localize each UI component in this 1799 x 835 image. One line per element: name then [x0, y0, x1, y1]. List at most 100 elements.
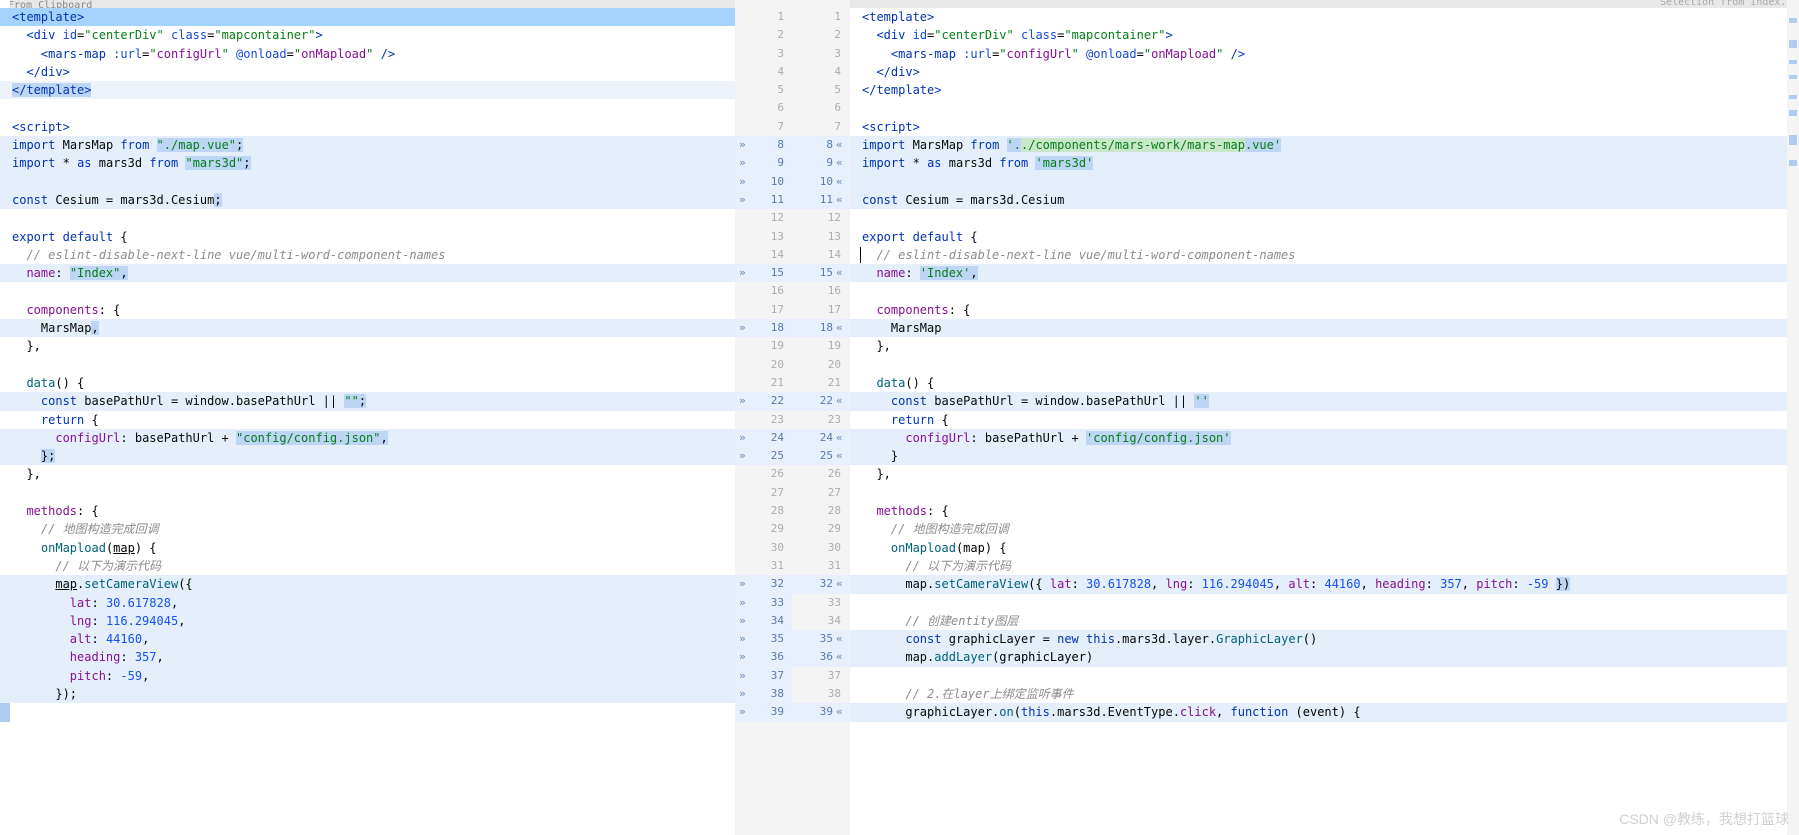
code-line[interactable]: name: "Index",	[0, 264, 735, 282]
code-line[interactable]	[0, 282, 735, 300]
line-number[interactable]: 15	[735, 264, 792, 282]
code-line[interactable]: // eslint-disable-next-line vue/multi-wo…	[0, 246, 735, 264]
line-number[interactable]: 12	[735, 209, 792, 227]
code-line[interactable]: import MarsMap from '../components/mars-…	[850, 136, 1799, 154]
line-number[interactable]: 14	[735, 246, 792, 264]
code-line[interactable]: const basePathUrl = window.basePathUrl |…	[850, 392, 1799, 410]
code-line[interactable]: heading: 357,	[0, 648, 735, 666]
code-line[interactable]: <mars-map :url="configUrl" @onload="onMa…	[0, 45, 735, 63]
code-line[interactable]: },	[850, 337, 1799, 355]
line-number[interactable]: 16	[792, 282, 849, 300]
code-line[interactable]: <template>	[0, 8, 735, 26]
line-number[interactable]: 10	[735, 173, 792, 191]
line-number[interactable]: 1	[792, 8, 849, 26]
line-number[interactable]: 24	[735, 429, 792, 447]
code-line[interactable]	[850, 209, 1799, 227]
code-line[interactable]: <mars-map :url="configUrl" @onload="onMa…	[850, 45, 1799, 63]
code-line[interactable]: map.setCameraView({ lat: 30.617828, lng:…	[850, 575, 1799, 593]
line-number[interactable]: 29	[792, 520, 849, 538]
left-code-area[interactable]: <template> <div id="centerDiv" class="ma…	[0, 8, 735, 835]
line-number[interactable]: 9	[735, 154, 792, 172]
code-line[interactable]: const Cesium = mars3d.Cesium	[850, 191, 1799, 209]
line-number[interactable]: 2	[792, 26, 849, 44]
line-number[interactable]: 22	[792, 392, 849, 410]
line-number[interactable]: 27	[792, 484, 849, 502]
line-number[interactable]: 5	[792, 81, 849, 99]
code-line[interactable]: }	[850, 447, 1799, 465]
code-line[interactable]: methods: {	[0, 502, 735, 520]
code-line[interactable]: const basePathUrl = window.basePathUrl |…	[0, 392, 735, 410]
code-line[interactable]	[850, 667, 1799, 685]
code-line[interactable]	[850, 282, 1799, 300]
line-number[interactable]: 6	[735, 99, 792, 117]
line-number[interactable]: 36	[792, 648, 849, 666]
line-number[interactable]: 18	[735, 319, 792, 337]
line-number[interactable]: 13	[735, 228, 792, 246]
scroll-marker[interactable]	[1789, 75, 1797, 79]
line-number[interactable]: 29	[735, 520, 792, 538]
line-number[interactable]: 4	[792, 63, 849, 81]
code-line[interactable]	[0, 356, 735, 374]
line-number[interactable]: 31	[735, 557, 792, 575]
code-line[interactable]	[850, 356, 1799, 374]
line-number[interactable]: 27	[735, 484, 792, 502]
line-number[interactable]: 17	[735, 301, 792, 319]
right-code-area[interactable]: <template> <div id="centerDiv" class="ma…	[850, 8, 1799, 835]
code-line[interactable]: export default {	[850, 228, 1799, 246]
line-number[interactable]: 19	[735, 337, 792, 355]
code-line[interactable]	[850, 484, 1799, 502]
code-line[interactable]: methods: {	[850, 502, 1799, 520]
code-line[interactable]: return {	[850, 411, 1799, 429]
code-line[interactable]: return {	[0, 411, 735, 429]
code-line[interactable]: <div id="centerDiv" class="mapcontainer"…	[0, 26, 735, 44]
line-number[interactable]: 18	[792, 319, 849, 337]
code-line[interactable]: MarsMap,	[0, 319, 735, 337]
line-number[interactable]: 25	[735, 447, 792, 465]
line-number[interactable]: 23	[735, 411, 792, 429]
scroll-marker[interactable]	[1789, 60, 1797, 64]
code-line[interactable]: map.addLayer(graphicLayer)	[850, 648, 1799, 666]
code-line[interactable]: },	[0, 465, 735, 483]
line-number[interactable]: 2	[735, 26, 792, 44]
line-number[interactable]: 16	[735, 282, 792, 300]
code-line[interactable]	[850, 173, 1799, 191]
code-line[interactable]: data() {	[850, 374, 1799, 392]
code-line[interactable]: const Cesium = mars3d.Cesium;	[0, 191, 735, 209]
gutter-right[interactable]: 1234567891011121314151617181920212223242…	[792, 0, 849, 835]
line-number[interactable]: 3	[792, 45, 849, 63]
line-number[interactable]: 38	[735, 685, 792, 703]
line-number[interactable]: 33	[792, 594, 849, 612]
scroll-marker[interactable]	[1789, 18, 1797, 23]
code-line[interactable]	[850, 99, 1799, 117]
line-number[interactable]: 14	[792, 246, 849, 264]
code-line[interactable]: lat: 30.617828,	[0, 594, 735, 612]
code-line[interactable]: configUrl: basePathUrl + 'config/config.…	[850, 429, 1799, 447]
code-line[interactable]: // 地图构造完成回调	[850, 520, 1799, 538]
line-number[interactable]: 32	[792, 575, 849, 593]
scroll-marker[interactable]	[1789, 95, 1797, 99]
code-line[interactable]: export default {	[0, 228, 735, 246]
code-line[interactable]: // 创建entity图层	[850, 612, 1799, 630]
line-number[interactable]: 32	[735, 575, 792, 593]
code-line[interactable]: pitch: -59,	[0, 667, 735, 685]
code-line[interactable]: onMapload(map) {	[850, 539, 1799, 557]
code-line[interactable]: // 以下为演示代码	[0, 557, 735, 575]
code-line[interactable]: };	[0, 447, 735, 465]
line-number[interactable]: 10	[792, 173, 849, 191]
code-line[interactable]	[0, 209, 735, 227]
line-number[interactable]: 34	[792, 612, 849, 630]
code-line[interactable]: configUrl: basePathUrl + "config/config.…	[0, 429, 735, 447]
gutter-left[interactable]: 1234567891011121314151617181920212223242…	[735, 0, 792, 835]
code-line[interactable]: MarsMap	[850, 319, 1799, 337]
code-line[interactable]	[850, 594, 1799, 612]
code-line[interactable]: </template>	[850, 81, 1799, 99]
line-number[interactable]: 1	[735, 8, 792, 26]
line-number[interactable]: 30	[792, 539, 849, 557]
code-line[interactable]: },	[850, 465, 1799, 483]
code-line[interactable]: import * as mars3d from "mars3d";	[0, 154, 735, 172]
code-line[interactable]: map.setCameraView({	[0, 575, 735, 593]
line-number[interactable]: 22	[735, 392, 792, 410]
code-line[interactable]	[0, 99, 735, 117]
line-number[interactable]: 37	[792, 667, 849, 685]
line-number[interactable]: 34	[735, 612, 792, 630]
